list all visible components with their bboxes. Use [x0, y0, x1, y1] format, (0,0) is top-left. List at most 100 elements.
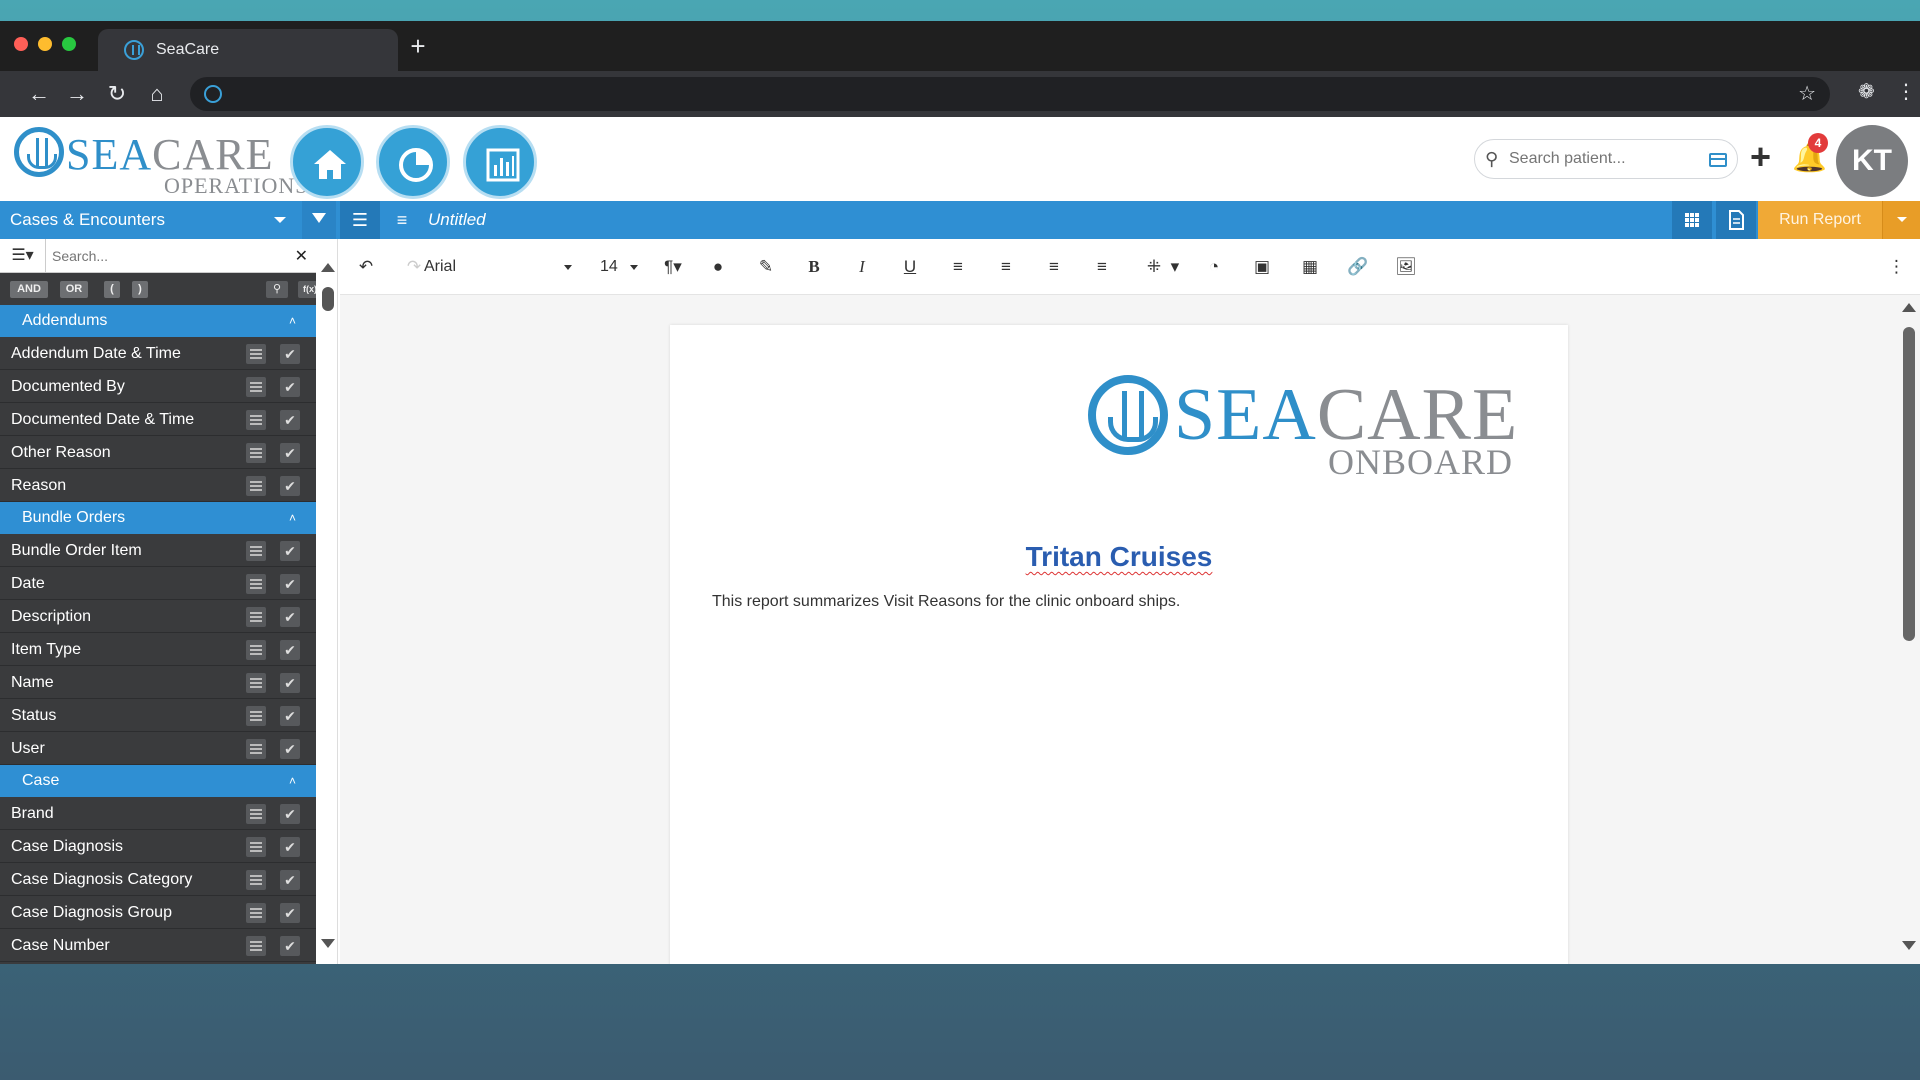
document-heading[interactable]: Tritan Cruises	[670, 541, 1568, 573]
document-body-text[interactable]: This report summarizes Visit Reasons for…	[712, 593, 1180, 611]
field-item[interactable]: Brand ✔	[0, 797, 316, 830]
new-tab-button[interactable]: +	[408, 31, 428, 61]
field-item[interactable]: Addendum Date & Time ✔	[0, 337, 316, 370]
reports-button[interactable]	[463, 125, 537, 199]
reload-icon[interactable]: ↻	[102, 79, 132, 109]
field-item[interactable]: Reason ✔	[0, 469, 316, 502]
checkmark-icon[interactable]: ✔	[280, 903, 300, 923]
extensions-icon[interactable]: ❁	[1858, 79, 1875, 104]
search-fields-icon[interactable]: ⚲	[266, 281, 288, 298]
back-arrow-icon[interactable]: ←	[24, 79, 54, 109]
checkmark-icon[interactable]: ✔	[280, 377, 300, 397]
field-group-header[interactable]: Addendums ˄	[0, 305, 316, 337]
align-right-icon[interactable]: ≡	[1042, 253, 1066, 281]
browser-menu-icon[interactable]: ⋮	[1896, 79, 1916, 104]
highlight-brush-icon[interactable]: ✎	[754, 253, 778, 281]
field-options-icon[interactable]	[246, 541, 266, 561]
underline-icon[interactable]: U	[898, 253, 922, 281]
bold-icon[interactable]: B	[802, 253, 826, 281]
run-report-button[interactable]: Run Report	[1758, 201, 1882, 239]
field-options-icon[interactable]	[246, 640, 266, 660]
checkmark-icon[interactable]: ✔	[280, 706, 300, 726]
field-options-icon[interactable]	[246, 673, 266, 693]
field-options-icon[interactable]	[246, 804, 266, 824]
field-options-icon[interactable]	[246, 344, 266, 364]
field-group-header[interactable]: Case ˄	[0, 765, 316, 797]
align-center-icon[interactable]: ≡	[994, 253, 1018, 281]
field-options-icon[interactable]	[246, 476, 266, 496]
settings-sliders-icon[interactable]: ≡	[382, 201, 422, 239]
paragraph-format-icon[interactable]: ¶▾	[656, 253, 690, 281]
scroll-up-icon[interactable]	[1902, 303, 1916, 312]
open-paren-button[interactable]: (	[104, 281, 120, 298]
numbered-list-icon[interactable]: ⁜ ▾	[1138, 253, 1188, 281]
user-avatar[interactable]: KT	[1836, 125, 1908, 197]
field-options-icon[interactable]	[246, 607, 266, 627]
home-button[interactable]	[290, 125, 364, 199]
seacare-operations-logo[interactable]: SEACARE OPERATIONS	[14, 125, 307, 198]
checkmark-icon[interactable]: ✔	[280, 936, 300, 956]
sidebar-scrollbar[interactable]	[316, 239, 338, 964]
maximize-window-button[interactable]	[62, 37, 76, 51]
chart-insert-icon[interactable]: ◔	[1202, 253, 1226, 281]
field-options-icon[interactable]	[246, 377, 266, 397]
checkmark-icon[interactable]: ✔	[280, 541, 300, 561]
field-item[interactable]: Status ✔	[0, 699, 316, 732]
datasource-select[interactable]: Cases & Encounters	[0, 201, 298, 239]
image-icon[interactable]: ▣	[1250, 253, 1274, 281]
scroll-down-icon[interactable]	[321, 939, 335, 948]
field-item[interactable]: Case Number ✔	[0, 929, 316, 962]
justify-icon[interactable]: ≡	[1090, 253, 1114, 281]
field-item[interactable]: Item Type ✔	[0, 633, 316, 666]
align-left-icon[interactable]: ≡	[946, 253, 970, 281]
grid-view-icon[interactable]	[1672, 201, 1712, 239]
checkmark-icon[interactable]: ✔	[280, 443, 300, 463]
add-button[interactable]: +	[1750, 135, 1771, 179]
scroll-up-icon[interactable]	[321, 263, 335, 272]
patient-search-input[interactable]	[1509, 146, 1699, 172]
close-paren-button[interactable]: )	[132, 281, 148, 298]
checkmark-icon[interactable]: ✔	[280, 804, 300, 824]
and-operator-button[interactable]: AND	[10, 281, 48, 298]
field-item[interactable]: Case Diagnosis Category ✔	[0, 863, 316, 896]
field-options-icon[interactable]	[246, 410, 266, 430]
document-title[interactable]: Untitled	[428, 201, 486, 239]
checkmark-icon[interactable]: ✔	[280, 574, 300, 594]
field-options-icon[interactable]	[246, 443, 266, 463]
more-options-icon[interactable]: ⋮	[1888, 253, 1905, 281]
minimize-window-button[interactable]	[38, 37, 52, 51]
redo-icon[interactable]: ↷	[402, 253, 426, 281]
filter-icon[interactable]	[302, 201, 336, 239]
checkmark-icon[interactable]: ✔	[280, 410, 300, 430]
field-item[interactable]: Description ✔	[0, 600, 316, 633]
checkmark-icon[interactable]: ✔	[280, 344, 300, 364]
checkmark-icon[interactable]: ✔	[280, 837, 300, 857]
checkmark-icon[interactable]: ✔	[280, 870, 300, 890]
sidebar-menu-icon[interactable]: ☰▾	[0, 239, 46, 273]
seacare-onboard-logo[interactable]: SEACARE ONBOARD	[1088, 375, 1538, 485]
checkmark-icon[interactable]: ✔	[280, 640, 300, 660]
italic-icon[interactable]: I	[850, 253, 874, 281]
list-view-icon[interactable]: ☰	[340, 201, 380, 239]
field-options-icon[interactable]	[246, 574, 266, 594]
checkmark-icon[interactable]: ✔	[280, 739, 300, 759]
table-icon[interactable]: ▦	[1298, 253, 1322, 281]
checkmark-icon[interactable]: ✔	[280, 607, 300, 627]
link-icon[interactable]: 🔗	[1346, 253, 1370, 281]
field-item[interactable]: Documented By ✔	[0, 370, 316, 403]
field-options-icon[interactable]	[246, 936, 266, 956]
close-window-button[interactable]	[14, 37, 28, 51]
dashboard-button[interactable]	[376, 125, 450, 199]
checkmark-icon[interactable]: ✔	[280, 673, 300, 693]
field-options-icon[interactable]	[246, 870, 266, 890]
scroll-thumb[interactable]	[1903, 327, 1915, 641]
checkmark-icon[interactable]: ✔	[280, 476, 300, 496]
font-size-select[interactable]: 14	[600, 253, 640, 281]
field-options-icon[interactable]	[246, 837, 266, 857]
field-group-header[interactable]: Bundle Orders ˄	[0, 502, 316, 534]
field-item[interactable]: Date ✔	[0, 567, 316, 600]
insert-image-file-icon[interactable]: 🖼	[1394, 253, 1418, 281]
chevron-up-icon[interactable]: ˄	[289, 502, 296, 534]
clear-search-icon[interactable]: ✕	[295, 246, 308, 266]
chevron-up-icon[interactable]: ˄	[289, 765, 296, 797]
